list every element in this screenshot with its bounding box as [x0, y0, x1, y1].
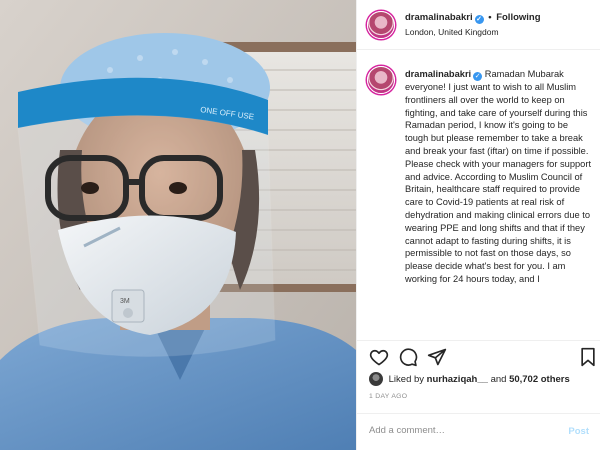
mask-brand-text: 3M [120, 298, 130, 305]
post-photo[interactable]: ONE OFF USE 3M [0, 0, 356, 450]
post-detail-panel: dramalinabakri ✓ • Following London, Unit… [356, 0, 600, 450]
share-icon[interactable] [427, 347, 447, 367]
separator-dot: • [488, 12, 492, 23]
liker-username[interactable]: nurhaziqah__ [427, 374, 488, 385]
post-timestamp[interactable]: 1 DAY AGO [369, 393, 407, 400]
caption-block: dramalinabakri ✓ Ramadan Mubarak everyone… [405, 68, 593, 286]
caption-section: dramalinabakri ✓ Ramadan Mubarak everyone… [357, 50, 600, 340]
caption-author-avatar[interactable] [367, 66, 395, 94]
likes-count[interactable]: 50,702 others [509, 374, 570, 385]
caption-verified-badge-icon: ✓ [473, 72, 483, 81]
bookmark-icon[interactable] [579, 347, 597, 367]
author-line: dramalinabakri ✓ • Following [405, 12, 541, 24]
comment-input[interactable] [369, 425, 559, 436]
author-avatar[interactable] [367, 11, 395, 39]
likes-prefix: Liked by [388, 374, 425, 385]
likes-summary: Liked by nurhaziqah__ and 50,702 others [369, 372, 570, 386]
post-comment-button[interactable]: Post [568, 426, 589, 437]
caption-text: Ramadan Mubarak everyone! I just want to… [405, 69, 592, 284]
comment-section: Post [357, 413, 600, 450]
action-bar [357, 340, 600, 370]
comment-icon[interactable] [398, 347, 418, 367]
post-header: dramalinabakri ✓ • Following London, Unit… [357, 0, 600, 50]
post-location[interactable]: London, United Kingdom [405, 27, 499, 37]
heart-icon[interactable] [369, 347, 389, 367]
likes-conjunction: and [490, 374, 507, 385]
selfie-image: ONE OFF USE 3M [0, 0, 356, 450]
caption-username[interactable]: dramalinabakri [405, 69, 471, 79]
verified-badge-icon: ✓ [474, 15, 484, 24]
liker-avatar[interactable] [369, 372, 383, 386]
following-button[interactable]: Following [496, 12, 540, 23]
author-username[interactable]: dramalinabakri [405, 12, 473, 23]
